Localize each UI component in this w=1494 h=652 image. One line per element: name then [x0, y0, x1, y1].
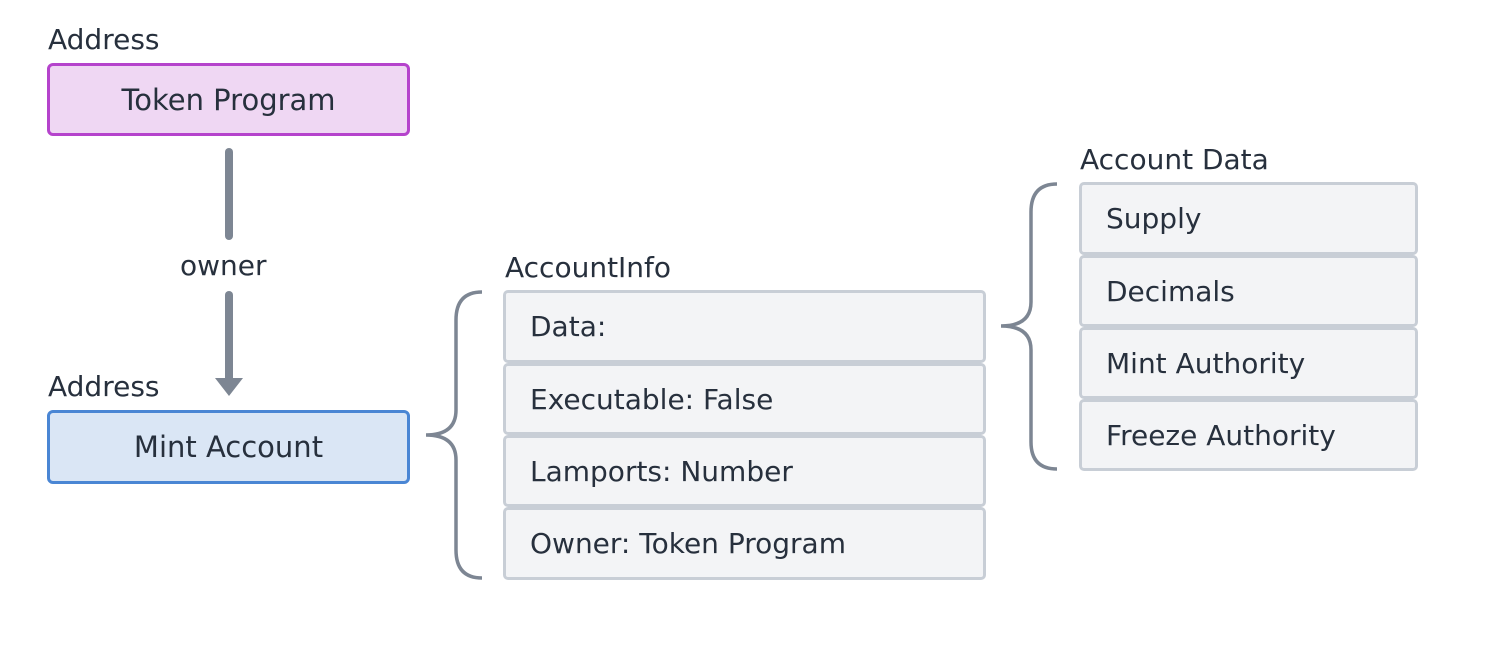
- account-data-brace: [1000, 182, 1058, 471]
- account-info-field: Owner: Token Program: [503, 507, 986, 580]
- token-program-node: Token Program: [47, 63, 410, 136]
- account-info-field: Executable: False: [503, 363, 986, 435]
- account-info-brace: [425, 290, 483, 580]
- mint-account-node: Mint Account: [47, 410, 410, 484]
- account-data-field: Mint Authority: [1079, 327, 1418, 399]
- arrowhead-icon: [215, 378, 243, 396]
- account-info-title: AccountInfo: [505, 251, 672, 284]
- account-info-field: Lamports: Number: [503, 435, 986, 507]
- account-data-field: Supply: [1079, 182, 1418, 255]
- account-data-field: Decimals: [1079, 255, 1418, 327]
- owner-edge-label: owner: [180, 249, 267, 282]
- program-address-caption: Address: [48, 23, 160, 56]
- account-info-field: Data:: [503, 290, 986, 363]
- account-data-title: Account Data: [1080, 143, 1269, 176]
- account-data-field: Freeze Authority: [1079, 399, 1418, 471]
- account-address-caption: Address: [48, 370, 160, 403]
